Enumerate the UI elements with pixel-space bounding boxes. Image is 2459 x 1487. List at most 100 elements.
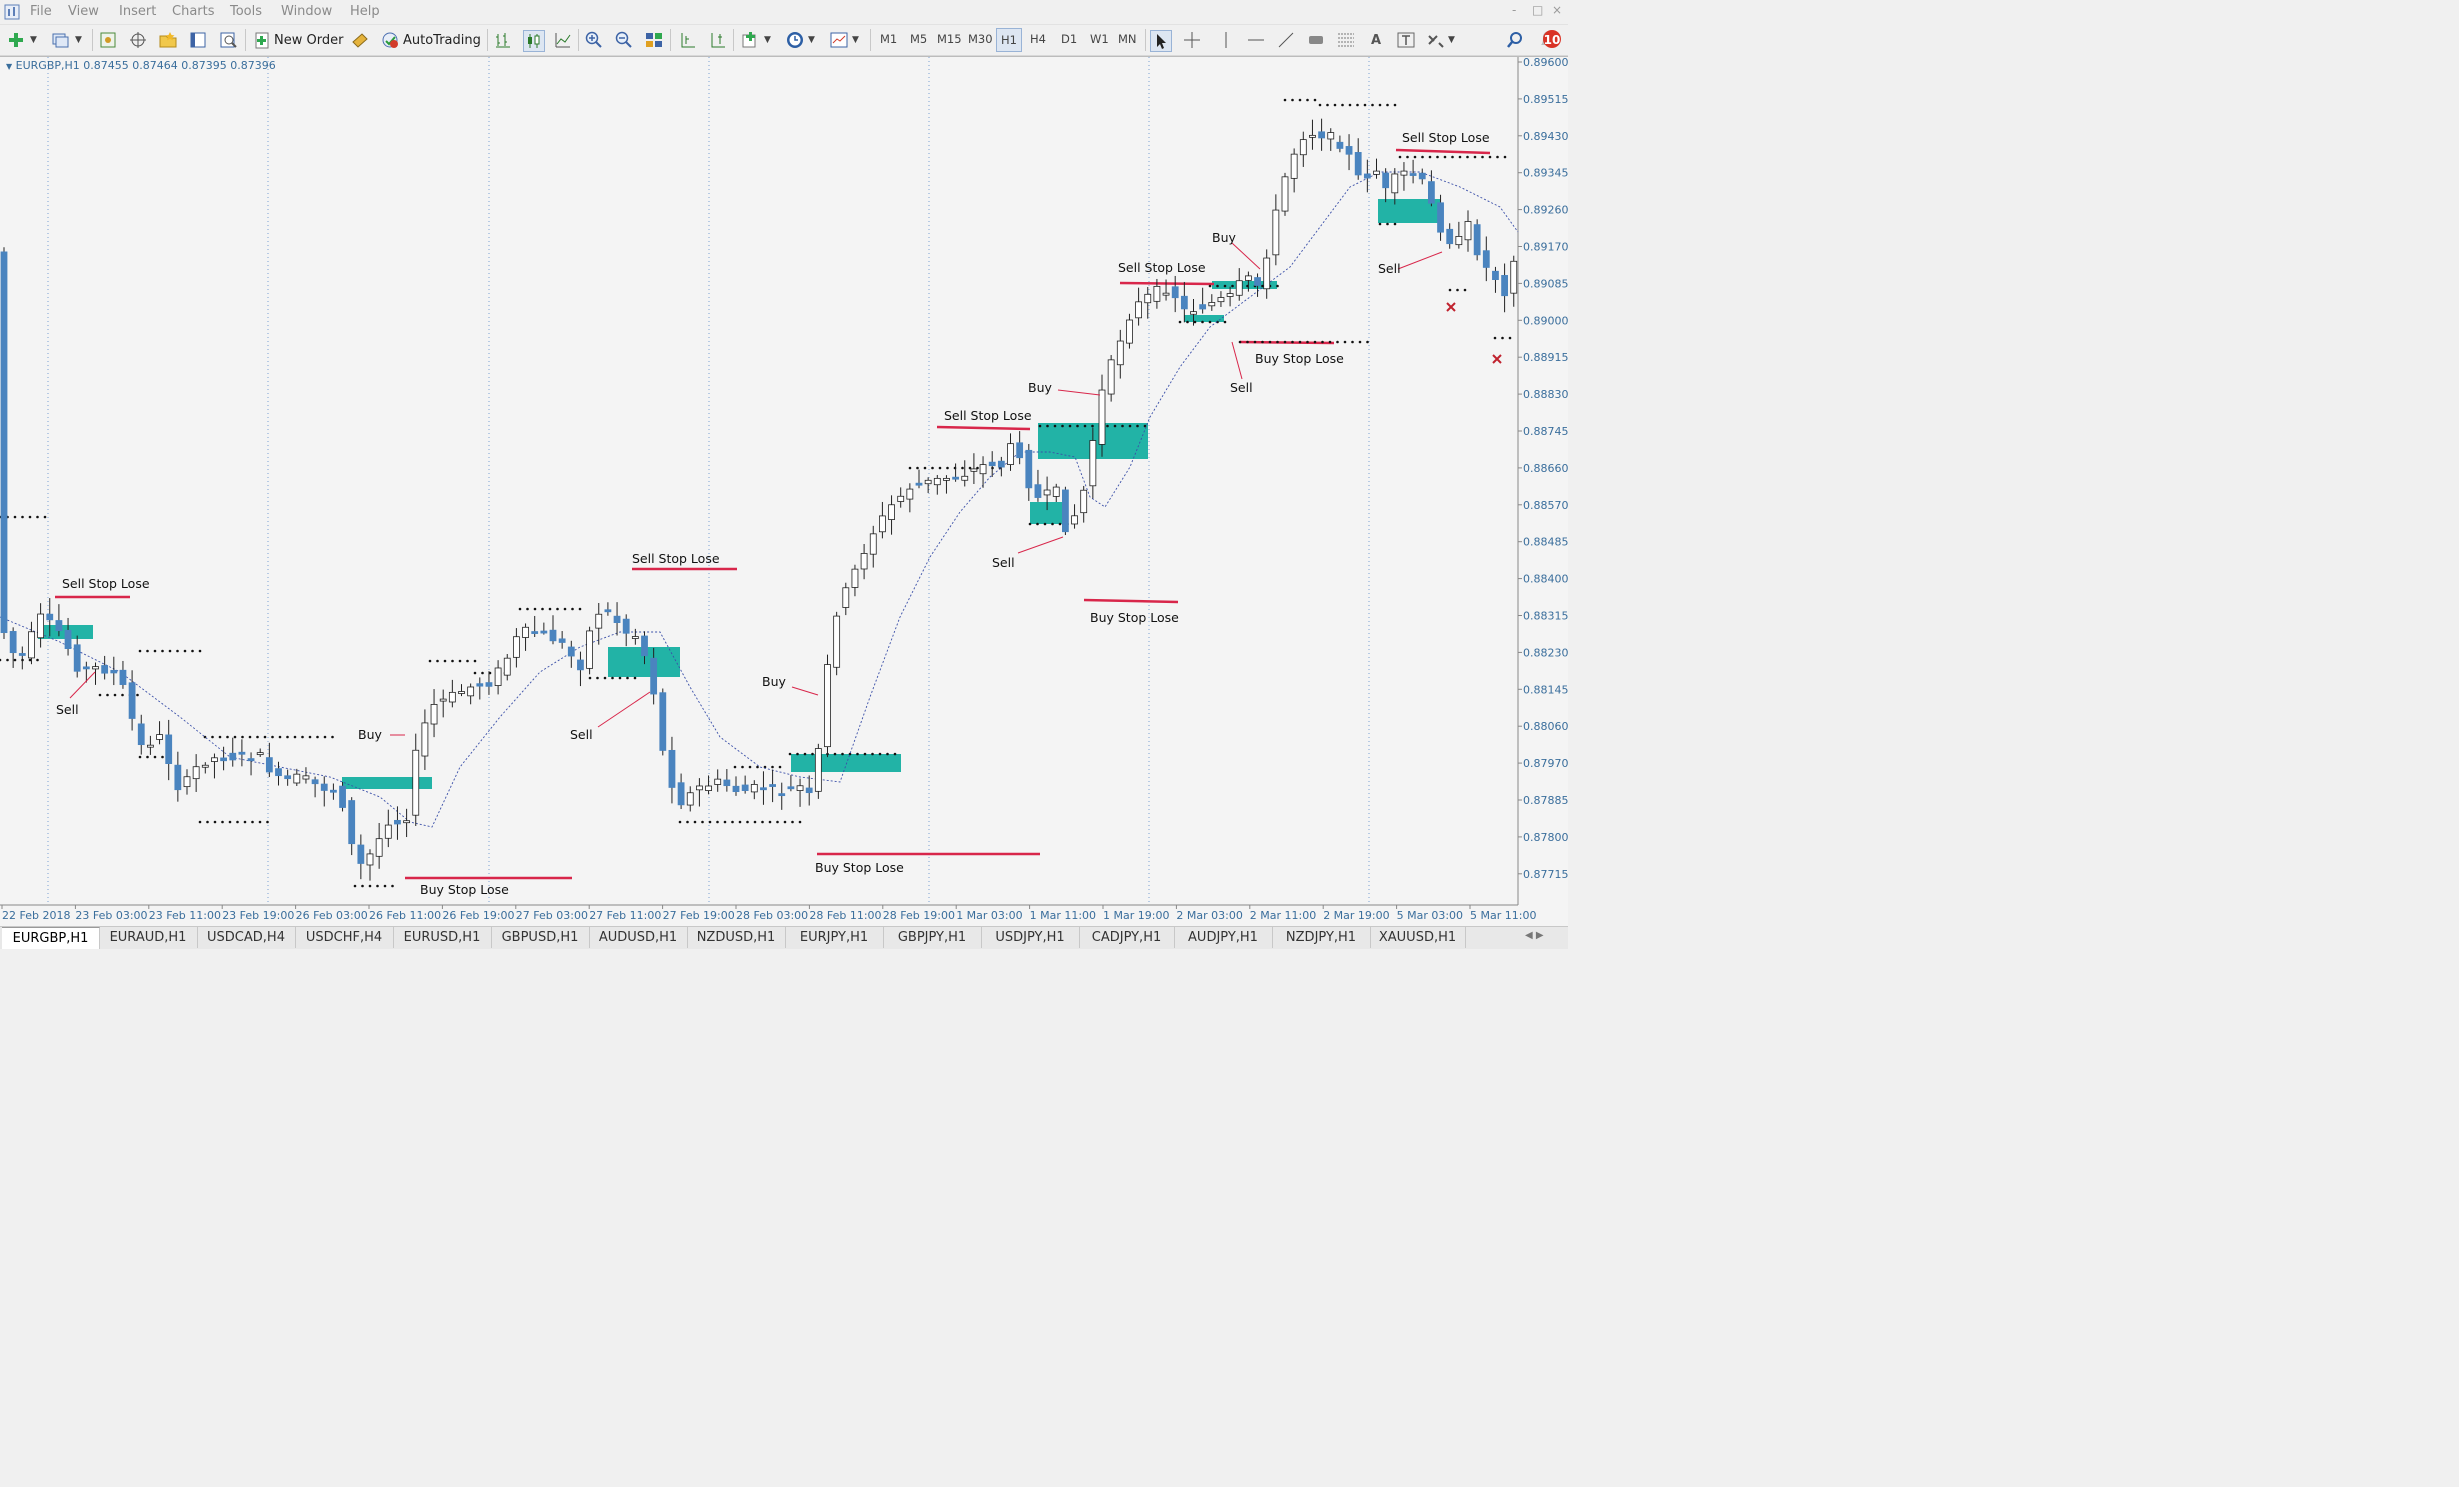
search-icon[interactable] <box>1505 30 1525 50</box>
sell-stop-lose-label: Sell Stop Lose <box>944 408 1032 423</box>
bar-chart-icon[interactable] <box>493 30 513 50</box>
close-button[interactable]: × <box>1552 3 1562 17</box>
minimize-button[interactable]: - <box>1512 3 1516 17</box>
timeframe-m5[interactable]: M5 <box>910 32 927 46</box>
chart-tab[interactable]: NZDUSD,H1 <box>687 927 786 948</box>
bear-candle <box>778 793 786 797</box>
timeframe-h1[interactable]: H1 <box>996 28 1022 52</box>
indicators-icon[interactable] <box>740 30 760 50</box>
bull-candle <box>37 613 44 639</box>
level-dot <box>383 884 387 888</box>
chart-tab[interactable]: USDJPY,H1 <box>981 927 1080 948</box>
profiles-icon[interactable] <box>50 30 70 50</box>
timeframe-m30[interactable]: M30 <box>968 32 993 46</box>
menu-window[interactable]: Window <box>281 4 332 19</box>
new-order-button[interactable]: New Order <box>274 28 343 52</box>
bull-candle <box>1226 293 1234 297</box>
chart-tab[interactable]: USDCHF,H4 <box>295 927 394 948</box>
timeframe-w1[interactable]: W1 <box>1090 32 1109 46</box>
price-label: 0.87800 <box>1523 831 1568 844</box>
bull-candle <box>156 734 163 740</box>
trendline-icon[interactable] <box>1276 30 1296 50</box>
bull-candle <box>201 764 209 768</box>
autotrading-icon[interactable] <box>380 30 400 50</box>
candlestick-chart-icon[interactable] <box>523 30 545 52</box>
crosshair-navigator-icon[interactable] <box>128 30 148 50</box>
chart-tab[interactable]: GBPJPY,H1 <box>883 927 982 948</box>
menu-help[interactable]: Help <box>350 4 380 19</box>
bull-candle <box>686 792 694 806</box>
autoscroll-icon[interactable] <box>708 30 728 50</box>
time-label: 22 Feb 2018 <box>2 909 70 922</box>
chevron-down-icon[interactable]: ▼ <box>852 28 859 52</box>
chevron-down-icon[interactable]: ▼ <box>764 28 771 52</box>
new-chart-icon[interactable] <box>6 30 26 50</box>
price-chart[interactable]: Sell Stop Lose Buy Stop Lose Sell Stop Los… <box>0 57 1568 927</box>
restore-button[interactable]: □ <box>1532 3 1543 17</box>
menu-file[interactable]: File <box>30 4 52 19</box>
bear-candle <box>1171 286 1179 299</box>
text-label-icon[interactable] <box>1396 30 1416 50</box>
chart-tab[interactable]: NZDJPY,H1 <box>1272 927 1371 948</box>
level-dot <box>1496 155 1499 159</box>
channel-icon[interactable] <box>1306 30 1326 50</box>
market-watch-icon[interactable] <box>98 30 118 50</box>
horizontal-line-icon[interactable] <box>1246 30 1266 50</box>
chart-tab[interactable]: AUDJPY,H1 <box>1174 927 1273 948</box>
chart-tab[interactable]: EURJPY,H1 <box>785 927 884 948</box>
chart-tab[interactable]: EURAUD,H1 <box>99 927 198 948</box>
chart-tab[interactable]: EURUSD,H1 <box>393 927 492 948</box>
chevron-down-icon[interactable]: ▼ <box>1448 28 1455 52</box>
bull-candle <box>897 495 905 502</box>
bull-candle <box>933 477 941 486</box>
chart-tab[interactable]: CADJPY,H1 <box>1079 927 1175 948</box>
chart-window[interactable]: Sell Stop Lose Buy Stop Lose Sell Stop Los… <box>0 56 1568 927</box>
chart-tab[interactable]: USDCAD,H4 <box>197 927 296 948</box>
chart-tab[interactable]: GBPUSD,H1 <box>491 927 590 948</box>
autotrading-button[interactable]: AutoTrading <box>403 28 481 52</box>
chart-tab[interactable]: XAUUSD,H1 <box>1370 927 1466 948</box>
sell-stop-lose-label: Sell Stop Lose <box>632 551 720 566</box>
timeframe-m15[interactable]: M15 <box>937 32 962 46</box>
level-dot <box>243 820 247 824</box>
text-tool-icon[interactable]: A <box>1366 28 1386 52</box>
menu-insert[interactable]: Insert <box>119 4 156 19</box>
menu-tools[interactable]: Tools <box>230 4 262 19</box>
arrows-icon[interactable] <box>1426 30 1446 50</box>
timeframe-d1[interactable]: D1 <box>1061 32 1077 46</box>
periods-clock-icon[interactable] <box>785 30 805 50</box>
menu-charts[interactable]: Charts <box>172 4 215 19</box>
templates-icon[interactable] <box>829 30 849 50</box>
cursor-icon[interactable] <box>1150 30 1172 52</box>
timeframe-mn[interactable]: MN <box>1118 32 1137 46</box>
level-dot <box>518 607 522 611</box>
metaeditor-icon[interactable] <box>350 30 370 50</box>
timeframe-m1[interactable]: M1 <box>880 32 897 46</box>
fibonacci-icon[interactable] <box>1336 30 1356 50</box>
zoom-out-icon[interactable] <box>614 30 634 50</box>
strategy-tester-icon[interactable] <box>218 30 238 50</box>
tile-windows-icon[interactable] <box>644 30 664 50</box>
zoom-in-icon[interactable] <box>584 30 604 50</box>
new-order-icon[interactable] <box>252 30 272 50</box>
level-dot <box>768 820 772 824</box>
vertical-line-icon[interactable] <box>1216 30 1236 50</box>
chevron-down-icon[interactable]: ▼ <box>75 28 82 52</box>
timeframe-h4[interactable]: H4 <box>1030 32 1046 46</box>
chevron-down-icon[interactable]: ▼ <box>808 28 815 52</box>
tab-scroll-arrows[interactable]: ◀ ▶ <box>1525 930 1544 941</box>
line-chart-icon[interactable] <box>553 30 573 50</box>
crosshair-icon[interactable] <box>1182 30 1202 50</box>
navigator-folder-icon[interactable] <box>158 30 178 50</box>
level-dot <box>1136 424 1139 428</box>
chart-shift-icon[interactable] <box>678 30 698 50</box>
level-dot <box>376 884 379 888</box>
chart-tab[interactable]: AUDUSD,H1 <box>589 927 688 948</box>
chevron-down-icon[interactable]: ▼ <box>30 28 37 52</box>
terminal-window-icon[interactable] <box>188 30 208 50</box>
level-dot <box>13 515 17 519</box>
menu-view[interactable]: View <box>68 4 99 19</box>
level-dot <box>1501 336 1504 340</box>
bull-candle <box>860 553 868 570</box>
chart-tab[interactable]: EURGBP,H1 <box>2 927 100 949</box>
